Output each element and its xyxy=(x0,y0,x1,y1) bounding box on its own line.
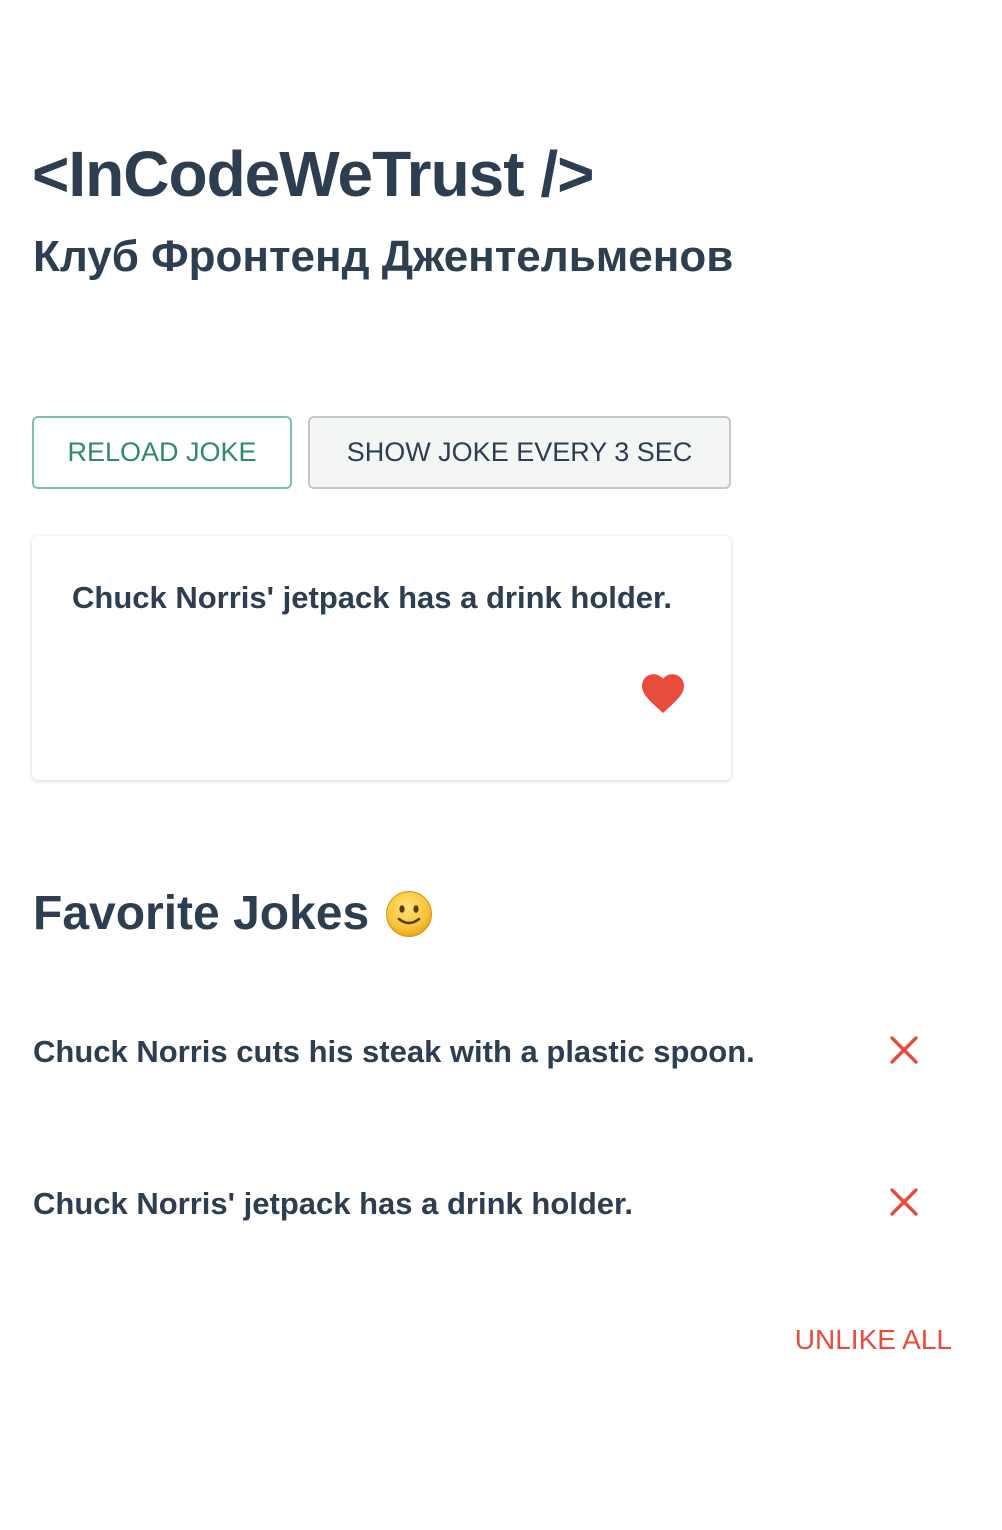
smiley-icon xyxy=(386,891,433,937)
favorites-heading: Favorite Jokes xyxy=(33,884,433,944)
app-subtitle: Клуб Фронтенд Джентельменов xyxy=(33,232,734,281)
joke-card: Chuck Norris' jetpack has a drink holder… xyxy=(32,536,731,780)
show-joke-interval-button[interactable]: SHOW JOKE EVERY 3 SEC xyxy=(308,416,731,489)
close-icon[interactable] xyxy=(888,1034,920,1066)
favorite-joke-item: Chuck Norris cuts his steak with a plast… xyxy=(33,1028,933,1078)
close-icon[interactable] xyxy=(888,1186,920,1218)
favorite-joke-text: Chuck Norris cuts his steak with a plast… xyxy=(33,1034,755,1069)
joke-text: Chuck Norris' jetpack has a drink holder… xyxy=(72,580,673,615)
app-title: <InCodeWeTrust /> xyxy=(32,138,594,210)
favorite-joke-item: Chuck Norris' jetpack has a drink holder… xyxy=(33,1180,933,1230)
favorite-joke-text: Chuck Norris' jetpack has a drink holder… xyxy=(33,1186,634,1221)
favorites-heading-text: Favorite Jokes xyxy=(33,887,370,940)
unlike-all-button[interactable]: UNLIKE ALL xyxy=(795,1322,952,1358)
heart-icon[interactable] xyxy=(640,672,686,714)
reload-joke-button[interactable]: RELOAD JOKE xyxy=(32,416,292,489)
